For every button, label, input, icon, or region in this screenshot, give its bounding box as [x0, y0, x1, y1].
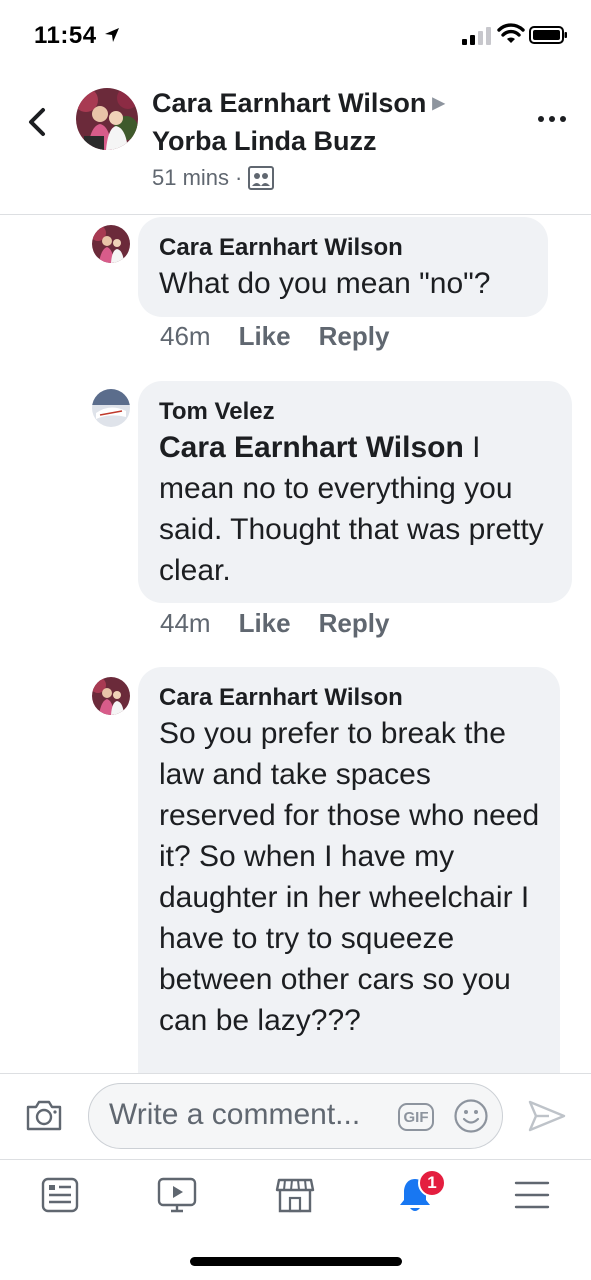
comment-avatar[interactable] — [92, 677, 130, 715]
comment-bubble[interactable]: Cara Earnhart Wilson So you prefer to br… — [138, 667, 560, 1073]
gif-icon[interactable]: GIF — [398, 1103, 434, 1131]
group-audience-icon — [248, 166, 275, 190]
comment-input[interactable]: Write a comment... GIF — [88, 1083, 503, 1149]
comment-bubble[interactable]: Tom Velez Cara Earnhart Wilson I mean no… — [138, 381, 572, 603]
comment-mention[interactable]: Cara Earnhart Wilson — [159, 431, 464, 464]
wifi-icon — [497, 23, 525, 43]
location-arrow-icon — [105, 28, 119, 42]
like-button[interactable]: Like — [239, 321, 291, 352]
comment-text: What do you mean "no"? — [159, 267, 491, 300]
post-header: Cara Earnhart Wilson ▶ Yorba Linda Buzz 5… — [0, 72, 591, 215]
comment-composer: Write a comment... GIF — [0, 1073, 591, 1159]
chevron-left-icon — [29, 108, 45, 136]
dot-icon — [560, 116, 566, 122]
reply-button[interactable]: Reply — [319, 321, 390, 352]
post-meta: 51 mins · — [152, 165, 275, 191]
more-options-button[interactable] — [538, 112, 570, 126]
smiley-icon[interactable] — [453, 1098, 489, 1134]
tab-news-feed[interactable] — [35, 1170, 85, 1220]
comment-author[interactable]: Cara Earnhart Wilson — [159, 683, 540, 713]
like-button[interactable]: Like — [239, 608, 291, 639]
tab-marketplace[interactable] — [270, 1170, 320, 1220]
comment-actions: 46m Like Reply — [160, 321, 389, 352]
menu-hamburger-icon — [514, 1181, 550, 1209]
video-play-icon — [157, 1177, 197, 1213]
comment-time: 44m — [160, 608, 211, 638]
reply-button[interactable]: Reply — [319, 608, 390, 639]
cellular-signal-icon — [462, 27, 491, 45]
notification-badge: 1 — [418, 1169, 446, 1197]
author-avatar[interactable] — [76, 88, 138, 150]
tab-menu[interactable] — [507, 1170, 557, 1220]
comment-text: Cara Earnhart Wilson I mean no to everyt… — [159, 427, 552, 591]
status-bar: 11:54 — [0, 0, 591, 72]
home-indicator[interactable] — [190, 1257, 402, 1266]
status-time: 11:54 — [34, 22, 97, 49]
comment-author[interactable]: Tom Velez — [159, 397, 552, 427]
news-feed-icon — [41, 1177, 79, 1213]
comment-bubble[interactable]: Cara Earnhart Wilson What do you mean "n… — [138, 217, 548, 317]
send-icon[interactable] — [527, 1098, 567, 1134]
comments-list: Cara Earnhart Wilson What do you mean "n… — [0, 215, 591, 1073]
meta-separator: · — [235, 165, 243, 190]
comment-avatar[interactable] — [92, 389, 130, 427]
post-time: 51 mins — [152, 165, 230, 190]
battery-icon — [529, 26, 567, 44]
comment-avatar[interactable] — [92, 225, 130, 263]
tab-watch[interactable] — [152, 1170, 202, 1220]
camera-icon[interactable] — [24, 1098, 64, 1132]
dot-icon — [538, 116, 544, 122]
comment-author[interactable]: Cara Earnhart Wilson — [159, 233, 528, 263]
comment-text: So you prefer to break the law and take … — [159, 717, 540, 1037]
post-group-name[interactable]: Yorba Linda Buzz — [152, 126, 377, 157]
comment-actions: 44m Like Reply — [160, 608, 389, 639]
marketplace-store-icon — [275, 1178, 315, 1213]
back-button[interactable] — [22, 102, 52, 142]
comment-time: 46m — [160, 321, 211, 351]
post-author-name[interactable]: Cara Earnhart Wilson — [152, 88, 426, 118]
comment-input-placeholder: Write a comment... — [109, 1098, 361, 1131]
bottom-tab-bar: 1 — [0, 1159, 591, 1234]
arrow-right-icon: ▶ — [432, 94, 445, 112]
dot-icon — [549, 116, 555, 122]
post-author-line: Cara Earnhart Wilson ▶ — [152, 88, 445, 119]
